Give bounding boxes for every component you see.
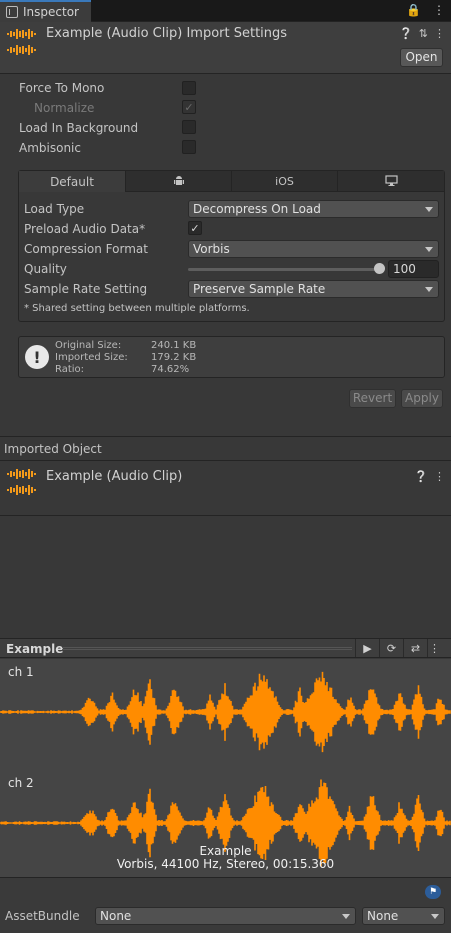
more-menu-icon[interactable]: ⋮	[427, 639, 441, 657]
waveform-path	[0, 672, 450, 752]
section-divider	[0, 436, 451, 437]
chevron-down-icon	[431, 914, 439, 919]
header-title: Example (Audio Clip) Import Settings	[46, 26, 287, 41]
imported-size-label: Imported Size:	[55, 352, 128, 364]
help-icon[interactable]: ❔	[414, 470, 428, 483]
sample-rate-setting-value: Preserve Sample Rate	[193, 282, 325, 296]
audio-clip-icon	[6, 467, 38, 499]
tab-actions: 🔒 ⋮	[406, 3, 445, 17]
asset-bundle-variant-dropdown[interactable]: None	[362, 907, 445, 925]
lock-icon[interactable]: 🔒	[406, 3, 421, 17]
preload-audio-data-checkbox[interactable]: ✓	[188, 221, 202, 235]
clip-info: Vorbis, 44100 Hz, Stereo, 00:15.360	[0, 858, 451, 871]
open-button[interactable]: Open	[400, 48, 443, 67]
ratio-label: Ratio:	[55, 364, 84, 376]
force-to-mono-label: Force To Mono	[19, 81, 104, 95]
tab-inspector[interactable]: Inspector	[0, 0, 91, 22]
chevron-down-icon	[425, 287, 433, 292]
asset-bundle-label: AssetBundle	[5, 909, 80, 923]
quality-slider[interactable]	[188, 268, 381, 271]
load-in-background-checkbox[interactable]	[182, 120, 196, 134]
tab-bar: Inspector 🔒 ⋮	[0, 0, 451, 22]
play-icon[interactable]: ▶	[355, 639, 379, 657]
preload-audio-data-label: Preload Audio Data*	[24, 222, 145, 236]
section-divider	[0, 515, 451, 516]
help-icon[interactable]: ❔	[399, 27, 413, 40]
compression-format-value: Vorbis	[193, 242, 230, 256]
load-type-value: Decompress On Load	[193, 202, 321, 216]
preview-toolbar: Example ▶ ⟳ ⇄ ⋮	[0, 638, 451, 658]
asset-bundle-variant-value: None	[367, 909, 398, 923]
warning-icon: !	[25, 345, 49, 369]
preview-controls: ▶ ⟳ ⇄ ⋮	[355, 639, 441, 657]
tab-standalone[interactable]	[338, 171, 444, 192]
imported-object-label: Imported Object	[4, 442, 102, 456]
waveform-preview: ch 1 ch 2 Example Vorbis, 44100 Hz, Ster…	[0, 659, 451, 877]
revert-button[interactable]: Revert	[349, 389, 396, 408]
more-menu-icon[interactable]: ⋮	[433, 3, 445, 17]
chevron-down-icon	[342, 914, 350, 919]
ambisonic-label: Ambisonic	[19, 141, 81, 155]
autoplay-icon[interactable]: ⟳	[379, 639, 403, 657]
imported-object-icons: ❔ ⋮	[414, 470, 445, 483]
imported-object-title: Example (Audio Clip)	[46, 469, 182, 484]
clip-caption: Example Vorbis, 44100 Hz, Stereo, 00:15.…	[0, 845, 451, 871]
platform-settings-panel: Default iOS Load Type Decompress On Load…	[18, 170, 445, 322]
loop-icon[interactable]: ⇄	[403, 639, 427, 657]
desktop-icon	[385, 175, 398, 187]
label-tag-icon[interactable]: ⚑	[425, 885, 441, 899]
asset-bundle-name-dropdown[interactable]: None	[95, 907, 356, 925]
normalize-checkbox: ✓	[182, 100, 196, 114]
preview-title: Example	[6, 642, 63, 656]
compression-format-dropdown[interactable]: Vorbis	[188, 240, 439, 258]
force-to-mono-checkbox[interactable]	[182, 81, 196, 95]
chevron-down-icon	[425, 247, 433, 252]
quality-field[interactable]: 100	[388, 260, 439, 278]
original-size-label: Original Size:	[55, 340, 121, 352]
preview-drag-handle[interactable]	[62, 647, 352, 650]
imported-size-value: 179.2 KB	[151, 352, 196, 364]
ambisonic-checkbox[interactable]	[182, 140, 196, 154]
tab-inspector-label: Inspector	[23, 5, 79, 19]
original-size-value: 240.1 KB	[151, 340, 196, 352]
tab-default[interactable]: Default	[19, 171, 126, 192]
preset-icon[interactable]: ⇅	[419, 27, 428, 40]
load-type-label: Load Type	[24, 202, 84, 216]
chevron-down-icon	[425, 207, 433, 212]
apply-button[interactable]: Apply	[401, 389, 443, 408]
context-menu-icon[interactable]: ⋮	[434, 27, 445, 40]
sample-rate-setting-label: Sample Rate Setting	[24, 282, 147, 296]
header-icons: ❔ ⇅ ⋮	[399, 27, 445, 40]
platform-tabs: Default iOS	[19, 171, 444, 192]
sample-rate-setting-dropdown[interactable]: Preserve Sample Rate	[188, 280, 439, 298]
normalize-label: Normalize	[34, 101, 94, 115]
load-in-background-label: Load In Background	[19, 121, 138, 135]
asset-bundle-footer: ⚑ AssetBundle None None	[0, 877, 451, 933]
inspector-icon	[6, 6, 18, 18]
audio-clip-icon	[6, 27, 38, 59]
shared-setting-note: * Shared setting between multiple platfo…	[24, 303, 250, 314]
android-icon	[173, 175, 185, 187]
size-info-box: ! Original Size: 240.1 KB Imported Size:…	[18, 336, 445, 378]
context-menu-icon[interactable]: ⋮	[434, 470, 445, 483]
asset-bundle-name-value: None	[100, 909, 131, 923]
ratio-value: 74.62%	[151, 364, 189, 376]
tab-ios[interactable]: iOS	[232, 171, 338, 192]
compression-format-label: Compression Format	[24, 242, 148, 256]
tab-android[interactable]	[126, 171, 232, 192]
section-divider	[0, 460, 451, 461]
quality-label: Quality	[24, 262, 67, 276]
waveform-channel-1	[0, 672, 450, 752]
quality-slider-thumb[interactable]	[374, 263, 385, 274]
load-type-dropdown[interactable]: Decompress On Load	[188, 200, 439, 218]
inspector-header: Example (Audio Clip) Import Settings ❔ ⇅…	[0, 22, 451, 74]
